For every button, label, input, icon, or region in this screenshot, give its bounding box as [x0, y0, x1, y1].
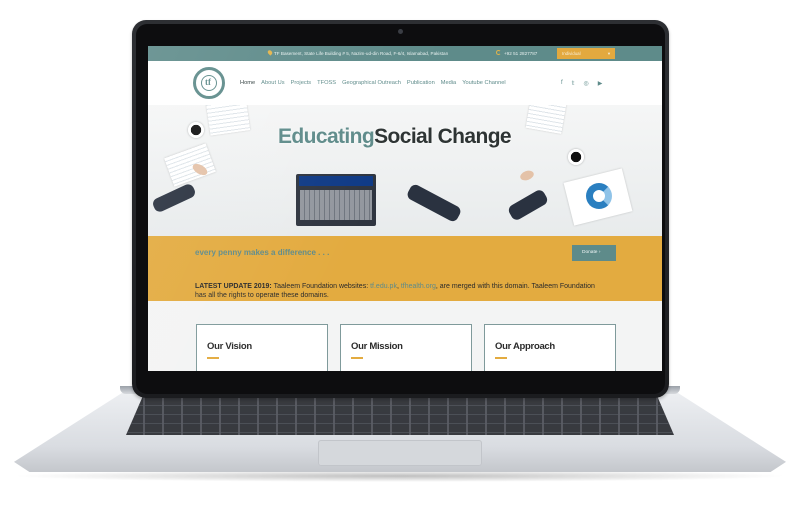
address-text: TF Basement, State Life Building # 5, Na…: [274, 51, 449, 56]
coffee-cup-icon: [188, 122, 204, 138]
youtube-icon[interactable]: ▶: [598, 80, 603, 87]
hero-arm-left: [151, 182, 197, 214]
site-logo[interactable]: tf: [193, 67, 225, 99]
hero-paper-notes: [164, 143, 216, 187]
card-our-approach[interactable]: Our Approach: [484, 324, 616, 371]
phone-icon: [496, 50, 501, 55]
card-title: Our Mission: [351, 341, 403, 352]
nav-youtube-channel[interactable]: Youtube Channel: [462, 80, 505, 86]
card-our-vision[interactable]: Our Vision: [196, 324, 328, 371]
slogan-text: every penny makes a difference . . .: [195, 248, 330, 257]
social-links: f 𝕥 ◎ ▶: [561, 80, 602, 87]
laptop-keyboard-rows: [126, 397, 674, 435]
hero-banner: EducatingSocial Change: [148, 105, 662, 236]
webcam-icon: [398, 29, 403, 34]
donor-type-select[interactable]: Individual ▼: [557, 48, 615, 59]
nav-tfoss[interactable]: TFOSS: [317, 80, 336, 86]
donor-type-select-value: Individual: [562, 51, 581, 56]
donate-button[interactable]: Donate ›: [572, 245, 616, 261]
nav-media[interactable]: Media: [441, 80, 457, 86]
card-our-mission[interactable]: Our Mission: [340, 324, 472, 371]
chevron-down-icon: ▼: [607, 51, 611, 56]
donate-band: every penny makes a difference . . . Don…: [148, 236, 662, 301]
link-tfhealth-org[interactable]: tfhealth.org: [401, 283, 436, 290]
chevron-right-icon: ›: [598, 250, 601, 255]
website-screen: TF Basement, State Life Building # 5, Na…: [148, 46, 662, 371]
hero-laptop-image: [296, 174, 376, 226]
nav-geographical-outreach[interactable]: Geographical Outreach: [342, 80, 401, 86]
link-tf-edu-pk[interactable]: tf.edu.pk: [370, 283, 397, 290]
phone-text[interactable]: +92 51 2827787: [504, 51, 537, 56]
hero-laptop-screen: [299, 176, 373, 186]
donate-button-label: Donate: [582, 250, 598, 255]
nav-projects[interactable]: Projects: [291, 80, 312, 86]
update-text-1: Taaleem Foundation websites:: [271, 283, 371, 290]
nav-home[interactable]: Home: [240, 80, 255, 86]
nav-about-us[interactable]: About Us: [261, 80, 284, 86]
hero-title: EducatingSocial Change: [278, 125, 512, 149]
hero-arm-right2: [506, 188, 550, 222]
update-lead: LATEST UPDATE 2019:: [195, 283, 272, 290]
nav-publication[interactable]: Publication: [407, 80, 435, 86]
hero-paper-chart: [205, 105, 251, 136]
hero-hand: [518, 168, 536, 183]
hero-title-part1: Educating: [278, 125, 375, 148]
twitter-icon[interactable]: 𝕥: [572, 80, 575, 87]
hero-laptop-keys: [300, 190, 372, 220]
laptop-trackpad: [318, 440, 482, 466]
hero-title-part2: Social Change: [374, 125, 512, 148]
main-navbar: tf Home About Us Projects TFOSS Geograph…: [148, 61, 662, 105]
card-underline: [495, 357, 507, 359]
logo-tf-mark: tf: [205, 77, 211, 87]
card-title: Our Vision: [207, 341, 252, 352]
hero-pie-chart-icon: [586, 183, 612, 209]
card-underline: [351, 357, 363, 359]
latest-update-notice: LATEST UPDATE 2019: Taaleem Foundation w…: [195, 282, 605, 300]
main-menu: Home About Us Projects TFOSS Geographica…: [240, 80, 506, 86]
hero-paper-list: [525, 105, 567, 134]
instagram-icon[interactable]: ◎: [583, 80, 588, 87]
top-info-bar: TF Basement, State Life Building # 5, Na…: [148, 46, 662, 61]
card-title: Our Approach: [495, 341, 555, 352]
location-pin-icon: [266, 49, 274, 56]
coffee-cup-icon: [568, 149, 584, 165]
hero-arm-right: [405, 182, 463, 224]
card-underline: [207, 357, 219, 359]
facebook-icon[interactable]: f: [561, 80, 563, 87]
